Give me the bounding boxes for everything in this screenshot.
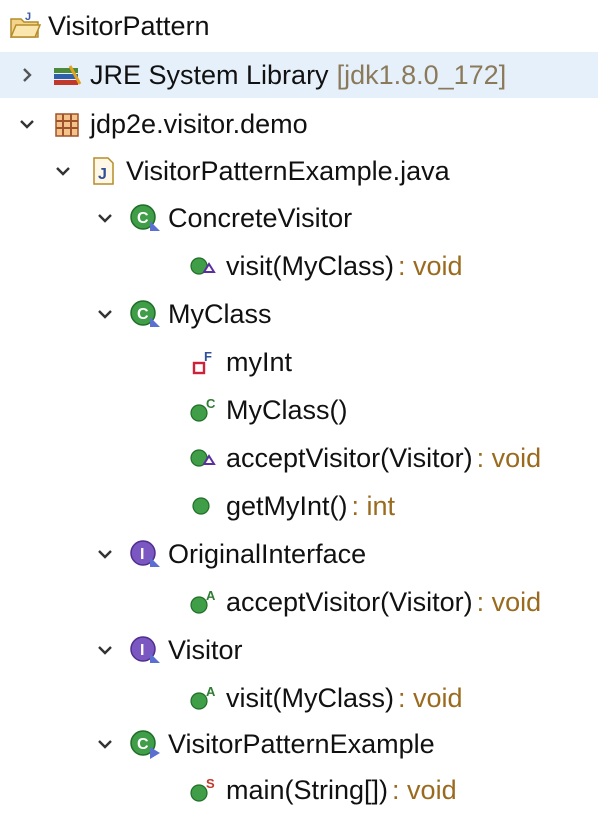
field-label: myInt <box>226 346 293 377</box>
method-label: acceptVisitor(Visitor) <box>226 442 473 473</box>
interface-icon: I <box>128 537 162 571</box>
interface-label: Visitor <box>168 634 243 665</box>
tree-item-method-getmyint[interactable]: getMyInt() : int <box>0 483 598 529</box>
tree-item-method-visit[interactable]: visit(MyClass) : void <box>0 243 598 289</box>
svg-text:A: A <box>206 684 216 699</box>
class-icon: C <box>128 297 162 331</box>
return-type: : void <box>476 586 542 617</box>
java-file-icon: J <box>86 154 120 188</box>
svg-text:J: J <box>98 166 107 183</box>
tree-item-field-myint[interactable]: F myInt <box>0 339 598 385</box>
tree-item-constructor[interactable]: C MyClass() <box>0 387 598 433</box>
chevron-down-icon[interactable] <box>94 207 116 229</box>
tree-item-package[interactable]: jdp2e.visitor.demo <box>0 101 598 147</box>
method-label: getMyInt() <box>226 490 348 521</box>
return-type: : void <box>398 250 463 281</box>
tree-item-class-visitorpatternexample[interactable]: C VisitorPatternExample <box>0 721 598 767</box>
method-default-icon <box>186 441 220 475</box>
constructor-icon: C <box>186 393 220 427</box>
method-label: main(String[]) <box>226 774 389 805</box>
private-final-field-icon: F <box>186 345 220 379</box>
chevron-down-icon[interactable] <box>94 639 116 661</box>
tree-item-method-main[interactable]: S main(String[]) : void <box>0 767 598 813</box>
tree-item-java-file[interactable]: J VisitorPatternExample.java <box>0 148 598 194</box>
project-label: VisitorPattern <box>48 10 210 41</box>
chevron-down-icon[interactable] <box>52 160 74 182</box>
return-type: : void <box>392 774 457 805</box>
static-method-icon: S <box>186 773 220 807</box>
svg-text:C: C <box>137 210 149 227</box>
svg-text:A: A <box>206 588 216 603</box>
class-label: ConcreteVisitor <box>168 202 353 233</box>
abstract-method-icon: A <box>186 585 220 619</box>
svg-text:F: F <box>204 349 212 364</box>
method-label: acceptVisitor(Visitor) <box>226 586 473 617</box>
svg-text:I: I <box>140 642 144 659</box>
runnable-class-icon: C <box>128 727 162 761</box>
svg-text:J: J <box>25 11 31 23</box>
svg-text:C: C <box>206 396 216 411</box>
method-default-icon <box>186 249 220 283</box>
class-label: VisitorPatternExample <box>168 728 435 759</box>
project-folder-icon: J <box>8 9 42 43</box>
chevron-down-icon[interactable] <box>94 303 116 325</box>
chevron-right-icon[interactable] <box>16 64 38 86</box>
interface-label: OriginalInterface <box>168 538 367 569</box>
tree-item-jre-library[interactable]: JRE System Library [jdk1.8.0_172] <box>0 52 598 98</box>
method-label: visit(MyClass) <box>226 250 394 281</box>
svg-text:C: C <box>137 306 149 323</box>
java-file-label: VisitorPatternExample.java <box>126 155 450 186</box>
interface-icon: I <box>128 633 162 667</box>
tree-item-project[interactable]: J VisitorPattern <box>8 3 598 49</box>
class-label: MyClass <box>168 298 272 329</box>
tree-item-interface-originalinterface[interactable]: I OriginalInterface <box>0 531 598 577</box>
package-icon <box>50 107 84 141</box>
public-method-icon <box>186 489 220 523</box>
tree-item-class-myclass[interactable]: C MyClass <box>0 291 598 337</box>
library-books-icon <box>50 58 84 92</box>
chevron-down-icon[interactable] <box>94 733 116 755</box>
return-type: : int <box>351 490 396 521</box>
return-type: : void <box>476 442 542 473</box>
jre-version-decoration: [jdk1.8.0_172] <box>336 59 507 90</box>
chevron-down-icon[interactable] <box>94 543 116 565</box>
abstract-method-icon: A <box>186 681 220 715</box>
class-icon: C <box>128 201 162 235</box>
chevron-down-icon[interactable] <box>16 113 38 135</box>
tree-item-interface-visitor[interactable]: I Visitor <box>0 627 598 673</box>
tree-item-method-acceptvisitor[interactable]: acceptVisitor(Visitor) : void <box>0 435 598 481</box>
tree-item-method-visit-abstract[interactable]: A visit(MyClass) : void <box>0 675 598 721</box>
svg-text:I: I <box>140 546 144 563</box>
package-explorer-tree: J VisitorPattern JRE System Library [jdk… <box>0 0 598 809</box>
jre-label: JRE System Library <box>90 59 329 90</box>
method-label: MyClass() <box>226 394 348 425</box>
package-label: jdp2e.visitor.demo <box>90 108 308 139</box>
tree-item-class-concretevisitor[interactable]: C ConcreteVisitor <box>0 195 598 241</box>
svg-text:C: C <box>137 736 149 753</box>
svg-text:S: S <box>206 776 215 791</box>
return-type: : void <box>398 682 463 713</box>
method-label: visit(MyClass) <box>226 682 394 713</box>
tree-item-method-acceptvisitor-abstract[interactable]: A acceptVisitor(Visitor) : void <box>0 579 598 625</box>
